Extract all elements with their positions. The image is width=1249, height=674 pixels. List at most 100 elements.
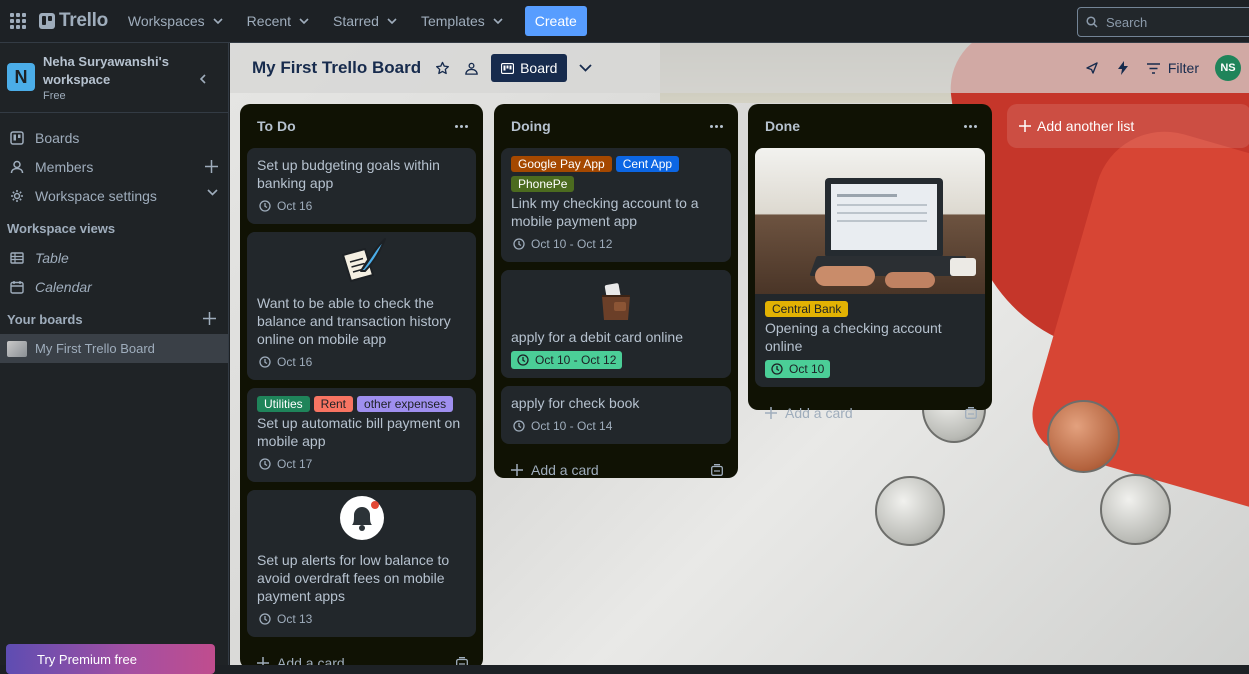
filter-button[interactable]: Filter xyxy=(1146,60,1199,76)
search-placeholder: Search xyxy=(1106,14,1148,30)
label-cent-app[interactable]: Cent App xyxy=(615,156,680,172)
sidebar-item-boards[interactable]: Boards xyxy=(0,123,228,152)
workspace-visibility-icon[interactable] xyxy=(464,61,479,76)
star-icon[interactable] xyxy=(435,61,450,76)
sidebar-item-calendar[interactable]: Calendar xyxy=(0,272,228,301)
board-header: My First Trello Board Board Filter NS xyxy=(230,43,1249,93)
label-phonepe[interactable]: PhonePe xyxy=(511,176,575,192)
wallet-card-icon xyxy=(602,283,630,320)
card-cover-laptop-photo xyxy=(755,148,985,294)
trello-logo-text: Trello xyxy=(59,10,108,31)
chevron-down-icon xyxy=(299,18,309,24)
card-title: Set up automatic bill payment on mobile … xyxy=(257,415,461,449)
add-board-icon[interactable] xyxy=(203,312,216,325)
more-options-icon[interactable] xyxy=(710,124,723,128)
card[interactable]: Want to be able to check the balance and… xyxy=(247,232,476,380)
card-due-date-complete[interactable]: Oct 10 xyxy=(765,360,831,378)
card[interactable]: apply for a debit card online Oct 10 - O… xyxy=(501,270,731,378)
add-card-button[interactable]: Add a card xyxy=(755,395,985,431)
power-ups-icon[interactable] xyxy=(1085,61,1099,75)
label-google-pay-app[interactable]: Google Pay App xyxy=(511,156,612,172)
add-another-list-label: Add another list xyxy=(1037,118,1135,134)
automation-icon[interactable] xyxy=(1117,61,1129,75)
member-avatar[interactable]: NS xyxy=(1215,55,1241,81)
sidebar-item-label: Members xyxy=(35,158,94,175)
board-view-icon xyxy=(501,62,515,74)
sidebar-board-label: My First Trello Board xyxy=(35,341,155,356)
workspace-sidebar: N Neha Suryawanshi's workspace Free Boar… xyxy=(0,43,229,674)
card[interactable]: Google Pay App Cent App PhonePe Link my … xyxy=(501,148,731,262)
create-from-template-icon[interactable] xyxy=(456,657,468,665)
card[interactable]: Central Bank Opening a checking account … xyxy=(755,148,985,387)
list-doing: Doing Google Pay App Cent App PhonePe Li… xyxy=(494,104,738,478)
card-labels: Google Pay App Cent App PhonePe xyxy=(511,156,721,192)
collapse-sidebar-button[interactable] xyxy=(191,67,215,91)
list-title[interactable]: To Do xyxy=(257,118,296,134)
card[interactable]: Utilities Rent other expenses Set up aut… xyxy=(247,388,476,482)
label-rent[interactable]: Rent xyxy=(313,396,354,412)
card-due-date: Oct 16 xyxy=(257,197,314,215)
list-title[interactable]: Doing xyxy=(511,118,551,134)
card-title: apply for a debit card online xyxy=(511,329,683,345)
plus-icon xyxy=(257,657,269,665)
more-options-icon[interactable] xyxy=(964,124,977,128)
card-due-date-complete[interactable]: Oct 10 - Oct 12 xyxy=(511,351,623,369)
sidebar-board-my-first-trello-board[interactable]: My First Trello Board xyxy=(0,334,228,363)
templates-menu-button[interactable]: Templates xyxy=(409,5,515,37)
label-utilities[interactable]: Utilities xyxy=(257,396,310,412)
chevron-down-icon[interactable] xyxy=(579,64,593,72)
chevron-down-icon[interactable] xyxy=(207,189,218,196)
app-switcher-icon[interactable] xyxy=(10,13,26,29)
card-date-label: Oct 16 xyxy=(277,355,313,369)
workspaces-menu-button[interactable]: Workspaces xyxy=(116,5,235,37)
sidebar-item-label: Workspace settings xyxy=(35,187,157,204)
list-title[interactable]: Done xyxy=(765,118,800,134)
card[interactable]: Set up budgeting goals within banking ap… xyxy=(247,148,476,224)
create-button[interactable]: Create xyxy=(524,6,587,36)
workspace-views-heading: Workspace views xyxy=(7,220,116,236)
member-initials: NS xyxy=(1220,62,1236,74)
add-card-button[interactable]: Add a card xyxy=(247,645,476,665)
board-view-button[interactable]: Board xyxy=(491,54,568,82)
create-from-template-icon[interactable] xyxy=(711,464,723,476)
card-title: Want to be able to check the balance and… xyxy=(257,295,451,347)
search-icon xyxy=(1086,16,1098,28)
clock-icon xyxy=(771,363,783,375)
templates-menu-label: Templates xyxy=(420,13,485,29)
board-title[interactable]: My First Trello Board xyxy=(252,58,421,78)
card-cover xyxy=(247,490,476,545)
workspace-name[interactable]: Neha Suryawanshi's workspace xyxy=(43,53,178,89)
recent-menu-button[interactable]: Recent xyxy=(235,5,321,37)
label-other-expenses[interactable]: other expenses xyxy=(357,396,454,412)
chevron-left-icon xyxy=(200,74,206,84)
recent-menu-label: Recent xyxy=(246,13,292,29)
try-premium-button[interactable]: Try Premium free xyxy=(6,644,215,674)
card[interactable]: Set up alerts for low balance to avoid o… xyxy=(247,490,476,637)
sidebar-item-table[interactable]: Table xyxy=(0,243,228,272)
starred-menu-button[interactable]: Starred xyxy=(321,5,409,37)
trello-logo[interactable]: Trello xyxy=(39,10,108,32)
board-canvas: My First Trello Board Board Filter NS To… xyxy=(230,43,1249,665)
more-options-icon[interactable] xyxy=(455,124,468,128)
quill-paper-icon xyxy=(341,238,386,282)
card[interactable]: apply for check book Oct 10 - Oct 14 xyxy=(501,386,731,444)
add-another-list-button[interactable]: Add another list xyxy=(1007,104,1249,148)
card-date-label: Oct 10 - Oct 12 xyxy=(531,237,613,251)
sidebar-item-label: Table xyxy=(35,249,69,266)
card-cover xyxy=(247,232,476,290)
plus-icon xyxy=(1019,120,1031,132)
add-member-icon[interactable] xyxy=(205,160,218,173)
calendar-icon xyxy=(10,280,24,294)
sidebar-item-workspace-settings[interactable]: Workspace settings xyxy=(0,181,228,210)
search-input[interactable]: Search xyxy=(1077,7,1249,37)
workspace-avatar: N xyxy=(7,63,35,91)
card-due-date: Oct 13 xyxy=(257,610,314,628)
add-card-button[interactable]: Add a card xyxy=(501,452,731,488)
card-date-label: Oct 17 xyxy=(277,457,313,471)
clock-icon xyxy=(259,613,271,625)
label-central-bank[interactable]: Central Bank xyxy=(765,301,849,317)
create-from-template-icon[interactable] xyxy=(965,407,977,419)
board-thumbnail xyxy=(7,340,27,357)
sidebar-item-members[interactable]: Members xyxy=(0,152,228,181)
starred-menu-label: Starred xyxy=(333,13,379,29)
